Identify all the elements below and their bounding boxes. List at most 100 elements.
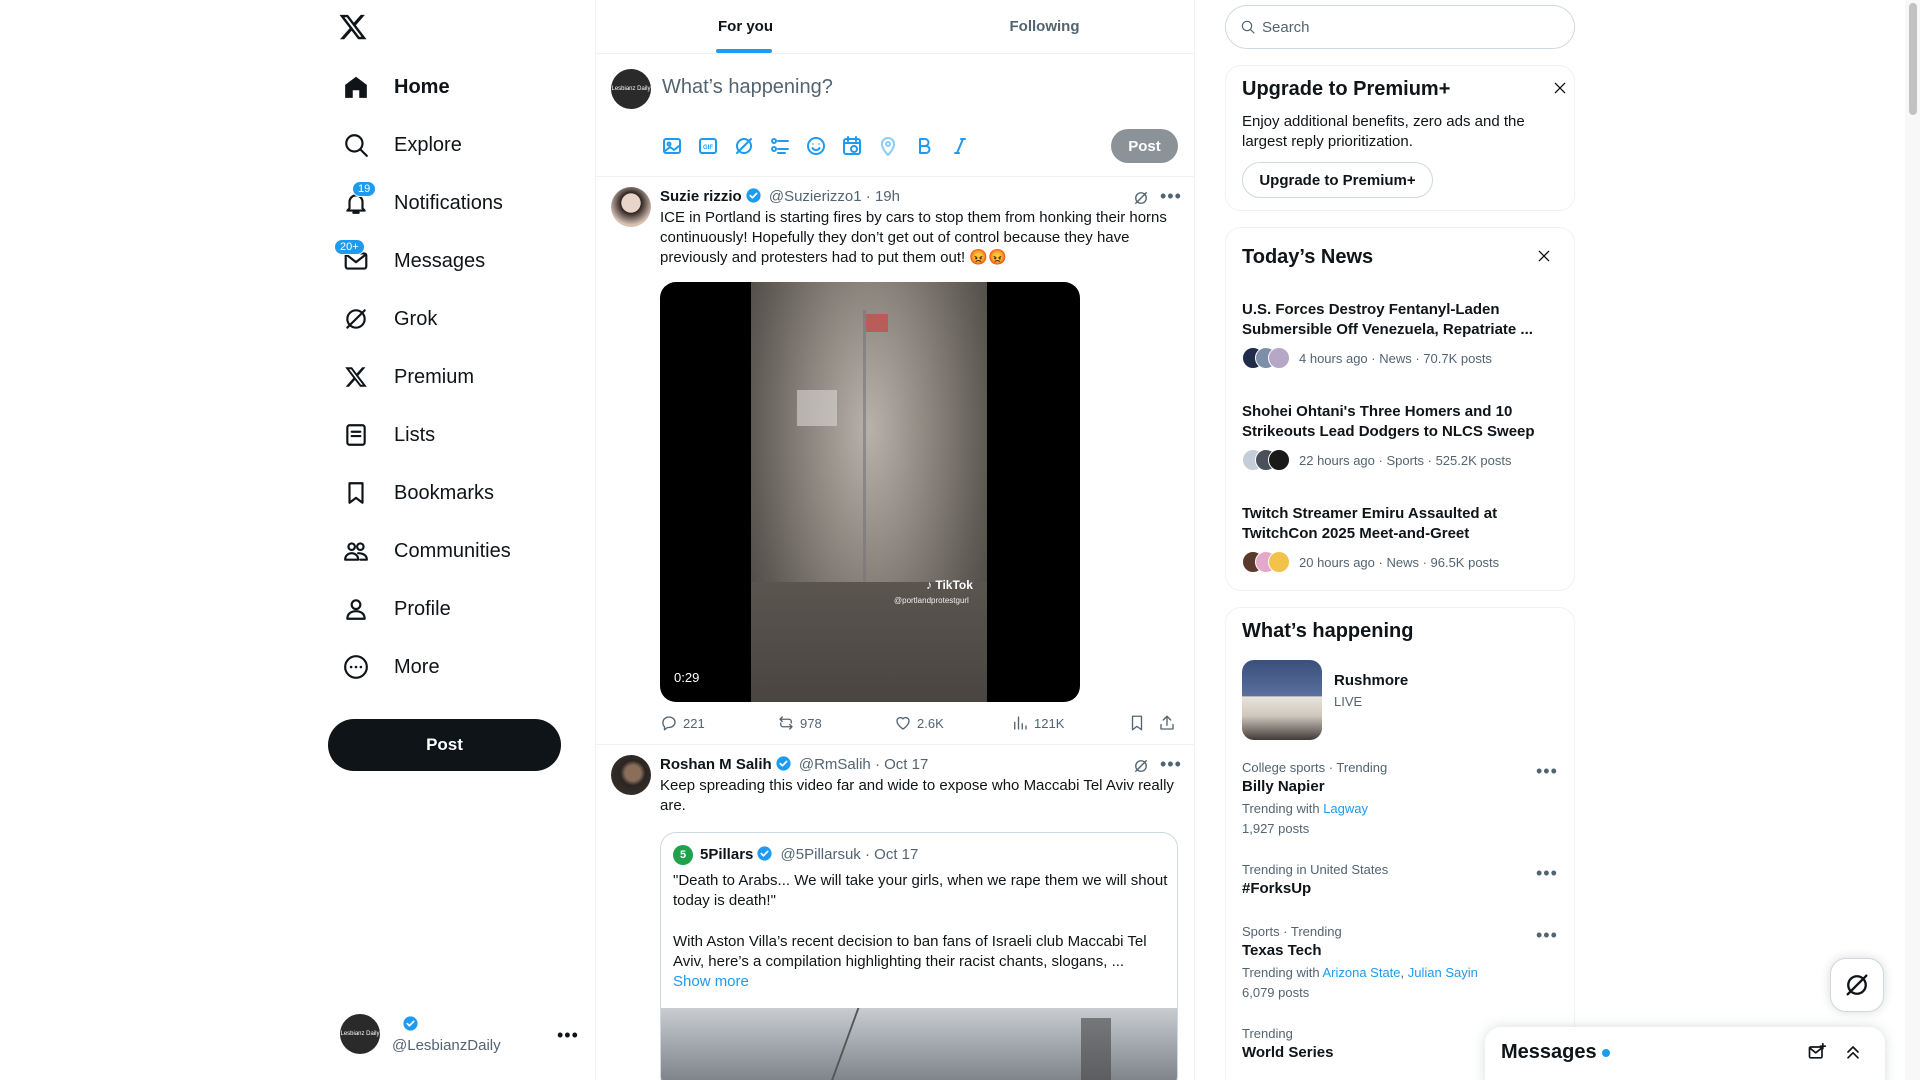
image-icon[interactable] [660,134,684,158]
trend-posts: 6,079 posts [1242,985,1310,1000]
mail-icon: 20+ [334,239,372,277]
grok-icon[interactable] [1132,189,1150,207]
quote-author-handle: @5Pillarsuk [780,846,861,863]
sidebar-item-notifications[interactable]: 19 Notifications [328,174,515,232]
sidebar-item-label: More [394,655,440,678]
scrollbar[interactable] [1905,0,1920,1080]
emoji-icon[interactable] [804,134,828,158]
tab-following[interactable]: Following [895,0,1194,53]
tweet-video[interactable]: ♪ TikTok @portlandprotestgurl 0:29 [660,282,1080,702]
verified-badge [402,1015,419,1032]
search-placeholder: Search [1262,18,1310,36]
trend-item[interactable]: College sports · Trending Billy Napier T… [1226,760,1574,848]
watermark-handle: @portlandprotestgurl [894,596,969,605]
sidebar-item-lists[interactable]: Lists [328,406,447,464]
tweet-more-icon[interactable]: ••• [1160,187,1182,205]
grok-icon[interactable] [1132,757,1150,775]
close-icon[interactable] [1552,80,1568,96]
chevron-up-icon[interactable] [1843,1042,1863,1062]
premium-body: Enjoy additional benefits, zero ads and … [1242,113,1525,150]
post-button[interactable]: Post [328,719,561,771]
trend-item[interactable]: Sports · Trending Texas Tech Trending wi… [1226,924,1574,1012]
quote-media[interactable] [661,1008,1177,1080]
sidebar-item-communities[interactable]: Communities [328,522,523,580]
sidebar-item-explore[interactable]: Explore [328,116,474,174]
tweet-more-icon[interactable]: ••• [1160,755,1182,773]
tab-for-you[interactable]: For you [596,0,895,53]
bookmark-icon[interactable] [1128,714,1146,732]
avatar[interactable] [611,755,651,795]
sidebar-item-more[interactable]: More [328,638,452,696]
italic-icon[interactable] [948,134,972,158]
trend-item[interactable]: Trending in United States #ForksUp ••• [1226,862,1574,912]
news-headline: Twitch Streamer Emiru Assaulted at Twitc… [1242,505,1498,542]
tweet-time[interactable]: 19h [875,188,900,205]
author-name[interactable]: Roshan M Salih [660,756,772,773]
account-more-icon[interactable]: ••• [557,1026,579,1044]
news-item[interactable]: Twitch Streamer Emiru Assaulted at Twitc… [1226,496,1574,592]
grok-icon[interactable] [732,134,756,158]
location-icon[interactable] [876,134,900,158]
bold-icon[interactable] [912,134,936,158]
sidebar-item-home[interactable]: Home [328,58,462,116]
trend-link[interactable]: Julian Sayin [1408,965,1478,980]
heart-icon [894,714,912,732]
x-logo[interactable] [338,12,372,46]
avatar: 5 [673,845,693,865]
sidebar-item-grok[interactable]: Grok [328,290,449,348]
bookmark-icon [340,477,372,509]
news-avatars [1242,347,1294,369]
tweet[interactable]: Roshan M Salih @RmSalih · Oct 17 ••• Kee… [596,745,1194,1080]
verified-badge [745,187,762,204]
views-button[interactable]: 121K [1011,714,1064,732]
reply-button[interactable]: 221 [660,714,705,732]
close-icon[interactable] [1536,248,1552,264]
trend-more-icon[interactable]: ••• [1536,864,1558,882]
avatar[interactable]: Lesbianz Daily [611,69,651,109]
tweet-text: Keep spreading this video far and wide t… [660,777,1174,814]
trend-name: World Series [1242,1044,1334,1061]
trend-link[interactable]: Lagway [1323,801,1368,816]
poll-icon[interactable] [768,134,792,158]
tweet[interactable]: Suzie rizzio @Suzierizzo1 · 19h ••• ICE … [596,177,1194,744]
sidebar-item-label: Profile [394,597,451,620]
sidebar-item-profile[interactable]: Profile [328,580,463,638]
author-name[interactable]: Suzie rizzio [660,188,742,205]
trend-link[interactable]: Arizona State [1322,965,1400,980]
grok-float-button[interactable] [1830,958,1884,1012]
search-input[interactable]: Search [1225,5,1575,49]
news-item[interactable]: Shohei Ohtani's Three Homers and 10 Stri… [1226,394,1574,496]
compose-post-label: Post [1128,137,1161,155]
sidebar-item-messages[interactable]: 20+ Messages [328,232,497,290]
trend-name: #ForksUp [1242,880,1312,897]
new-message-icon[interactable] [1807,1042,1827,1062]
schedule-icon[interactable] [840,134,864,158]
sidebar-item-label: Lists [394,423,436,446]
share-icon[interactable] [1158,714,1176,732]
account-switcher[interactable]: Lesbianz Daily @LesbianzDaily ••• [330,1004,578,1068]
live-event[interactable]: Rushmore LIVE [1226,660,1574,750]
avatar[interactable] [611,187,651,227]
tweet-time[interactable]: Oct 17 [884,756,928,773]
news-item[interactable]: U.S. Forces Destroy Fentanyl-Laden Subme… [1226,292,1574,394]
author-handle[interactable]: @Suzierizzo1 [769,188,862,205]
repost-button[interactable]: 978 [777,714,822,732]
sidebar-item-premium[interactable]: Premium [328,348,486,406]
like-button[interactable]: 2.6K [894,714,944,732]
gif-icon[interactable]: GIF [696,134,720,158]
quote-tweet[interactable]: 5 5Pillars @5Pillarsuk · Oct 17 "Death t… [660,832,1178,1080]
messages-drawer[interactable]: Messages [1485,1027,1885,1080]
upgrade-button[interactable]: Upgrade to Premium+ [1242,162,1433,198]
trend-more-icon[interactable]: ••• [1536,762,1558,780]
composer-toolbar: GIF [660,134,972,158]
compose-input[interactable]: What’s happening? [662,76,1162,106]
scrollbar-thumb[interactable] [1909,3,1917,115]
show-more-link[interactable]: Show more [673,972,749,992]
author-handle[interactable]: @RmSalih [799,756,871,773]
sidebar-item-bookmarks[interactable]: Bookmarks [328,464,506,522]
news-meta: 22 hours ago · Sports · 525.2K posts [1299,453,1512,468]
compose-post-button[interactable]: Post [1111,129,1178,163]
trends-card: What’s happening Rushmore LIVE College s… [1225,607,1575,1080]
trend-more-icon[interactable]: ••• [1536,926,1558,944]
news-card: Today’s News U.S. Forces Destroy Fentany… [1225,227,1575,591]
